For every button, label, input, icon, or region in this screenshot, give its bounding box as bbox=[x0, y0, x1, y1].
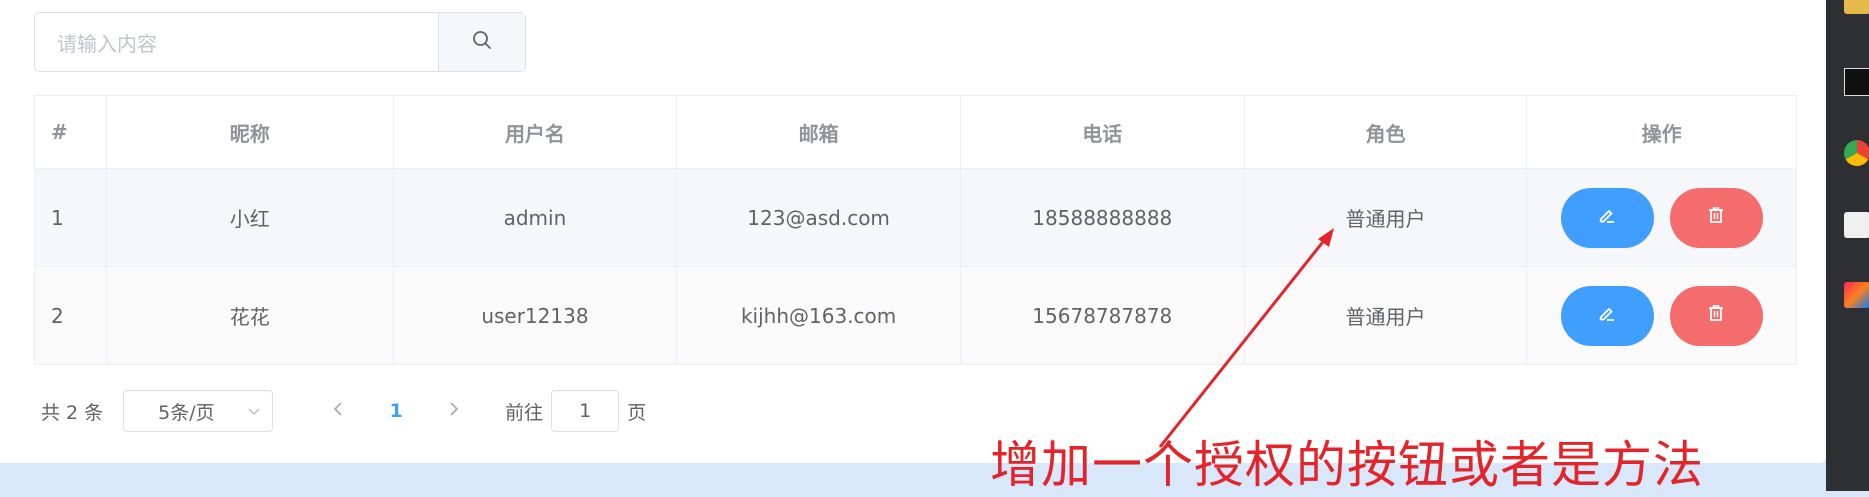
annotation-text: 增加一个授权的按钮或者是方法 bbox=[990, 436, 1704, 494]
annotation-arrow bbox=[1158, 228, 1334, 448]
text-editor-icon[interactable] bbox=[1844, 212, 1869, 238]
intellij-icon[interactable] bbox=[1844, 282, 1869, 308]
taskbar bbox=[1826, 0, 1869, 491]
chrome-icon[interactable] bbox=[1844, 140, 1869, 166]
folder-icon[interactable] bbox=[1844, 0, 1869, 14]
terminal-icon[interactable] bbox=[1844, 68, 1869, 96]
